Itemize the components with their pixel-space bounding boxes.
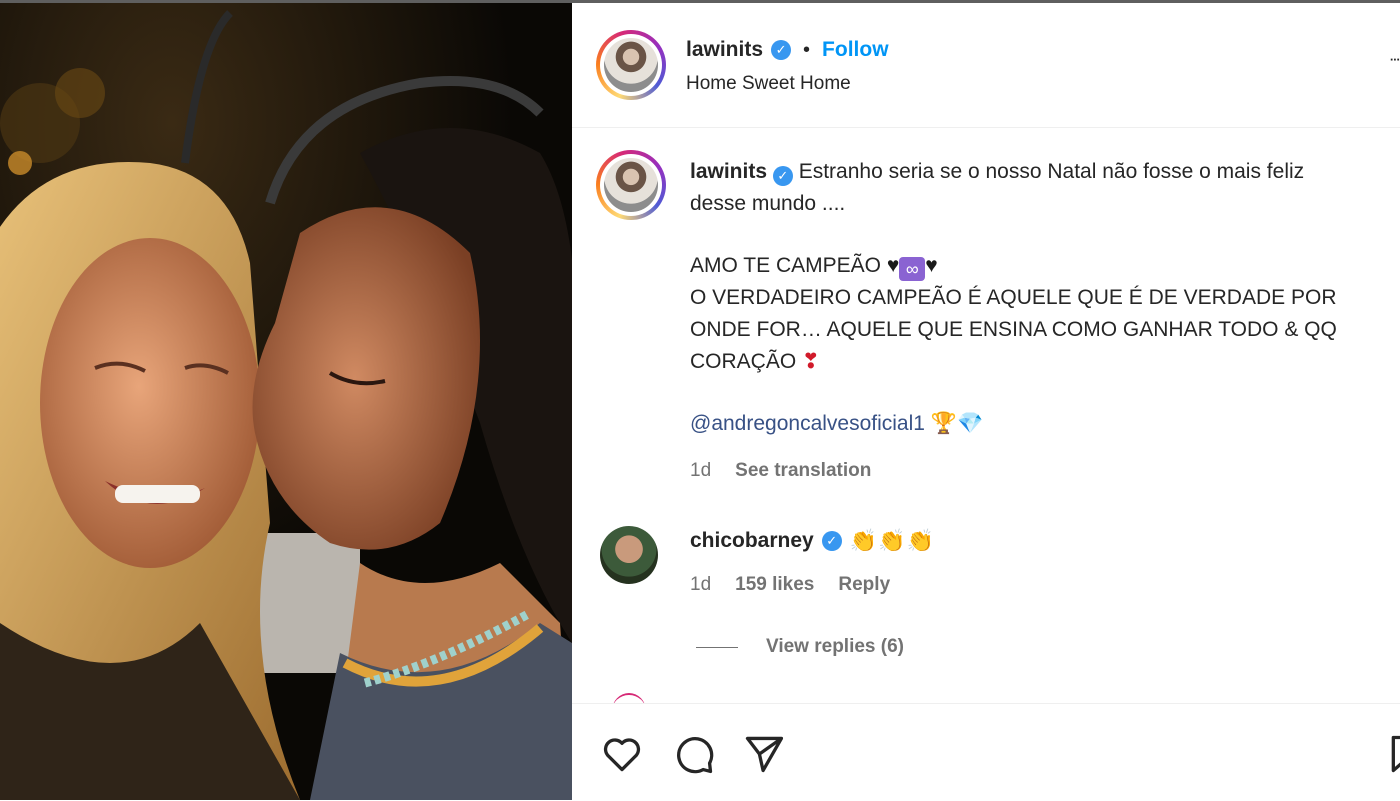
verified-badge-icon: ✓ <box>772 166 793 186</box>
post-location[interactable]: Home Sweet Home <box>686 73 851 95</box>
caption-avatar[interactable] <box>596 150 666 220</box>
comment-button[interactable] <box>672 732 716 776</box>
caption-line-1: Estranho seria se o nosso Natal não foss… <box>798 160 1305 183</box>
share-icon <box>745 736 784 773</box>
comments-section[interactable]: lawinits ✓ Estranho seria se o nosso Nat… <box>572 128 1400 703</box>
view-replies-button[interactable]: View replies (6) <box>696 636 904 658</box>
next-comment-avatar[interactable] <box>612 693 646 703</box>
post-caption: lawinits ✓ Estranho seria se o nosso Nat… <box>690 156 1400 440</box>
caption-line-2: desse mundo .... <box>690 192 846 215</box>
heart-exclamation-icon: ❣ <box>802 350 820 373</box>
author-avatar[interactable] <box>596 30 666 100</box>
caption-line-6: CORAÇÃO <box>690 350 797 373</box>
black-heart-icon: ♥ <box>925 254 938 277</box>
caption-meta: 1d See translation <box>690 460 871 482</box>
author-username[interactable]: lawinits <box>686 38 763 62</box>
comment-timestamp[interactable]: 1d <box>690 574 711 596</box>
post-side-panel: lawinits ✓ • Follow Home Sweet Home ⋯ la… <box>572 3 1400 800</box>
mention-link[interactable]: @andregoncalvesoficial1 <box>690 412 925 435</box>
caption-avatar-image <box>604 158 658 212</box>
heart-icon <box>603 738 641 772</box>
comment-meta: 1d 159 likes Reply <box>690 574 890 596</box>
trophy-diamond-emoji: 🏆💎 <box>930 412 984 435</box>
caption-timestamp[interactable]: 1d <box>690 460 711 482</box>
author-avatar-image <box>604 38 658 92</box>
separator-dot: • <box>803 38 811 61</box>
black-heart-icon: ♥ <box>886 254 900 277</box>
view-replies-label: View replies (6) <box>766 636 904 657</box>
verified-badge-icon: ✓ <box>821 531 842 551</box>
caption-line-5: ONDE FOR… AQUELE QUE ENSINA COMO GANHAR … <box>690 318 1337 341</box>
see-translation-button[interactable]: See translation <box>735 460 871 482</box>
follow-button[interactable]: Follow <box>822 38 889 62</box>
verified-badge-icon: ✓ <box>771 40 792 60</box>
caption-line-3: AMO TE CAMPEÃO <box>690 254 881 277</box>
like-button[interactable] <box>600 732 644 776</box>
comment-icon <box>677 737 714 774</box>
post-photo[interactable] <box>0 3 572 800</box>
replies-divider <box>696 646 738 648</box>
bookmark-icon <box>1391 735 1400 773</box>
commenter-avatar[interactable] <box>600 526 658 584</box>
commenter-username[interactable]: chicobarney <box>690 529 814 553</box>
caption-username[interactable]: lawinits <box>690 160 767 183</box>
infinity-icon: ∞ <box>899 257 926 281</box>
post-header: lawinits ✓ • Follow Home Sweet Home ⋯ <box>572 3 1400 128</box>
caption-line-4: O VERDADEIRO CAMPEÃO É AQUELE QUE É DE V… <box>690 286 1337 309</box>
more-options-icon[interactable]: ⋯ <box>1390 55 1400 66</box>
comment-body: chicobarney ✓ 👏👏👏 <box>690 528 935 554</box>
post-photo-image <box>0 3 572 800</box>
reply-button[interactable]: Reply <box>838 574 890 596</box>
save-button[interactable] <box>1386 732 1400 776</box>
share-button[interactable] <box>742 732 786 776</box>
post-actions-bar <box>572 703 1400 801</box>
comment-likes[interactable]: 159 likes <box>735 574 814 596</box>
clapping-hands-emoji: 👏👏👏 <box>849 528 935 553</box>
